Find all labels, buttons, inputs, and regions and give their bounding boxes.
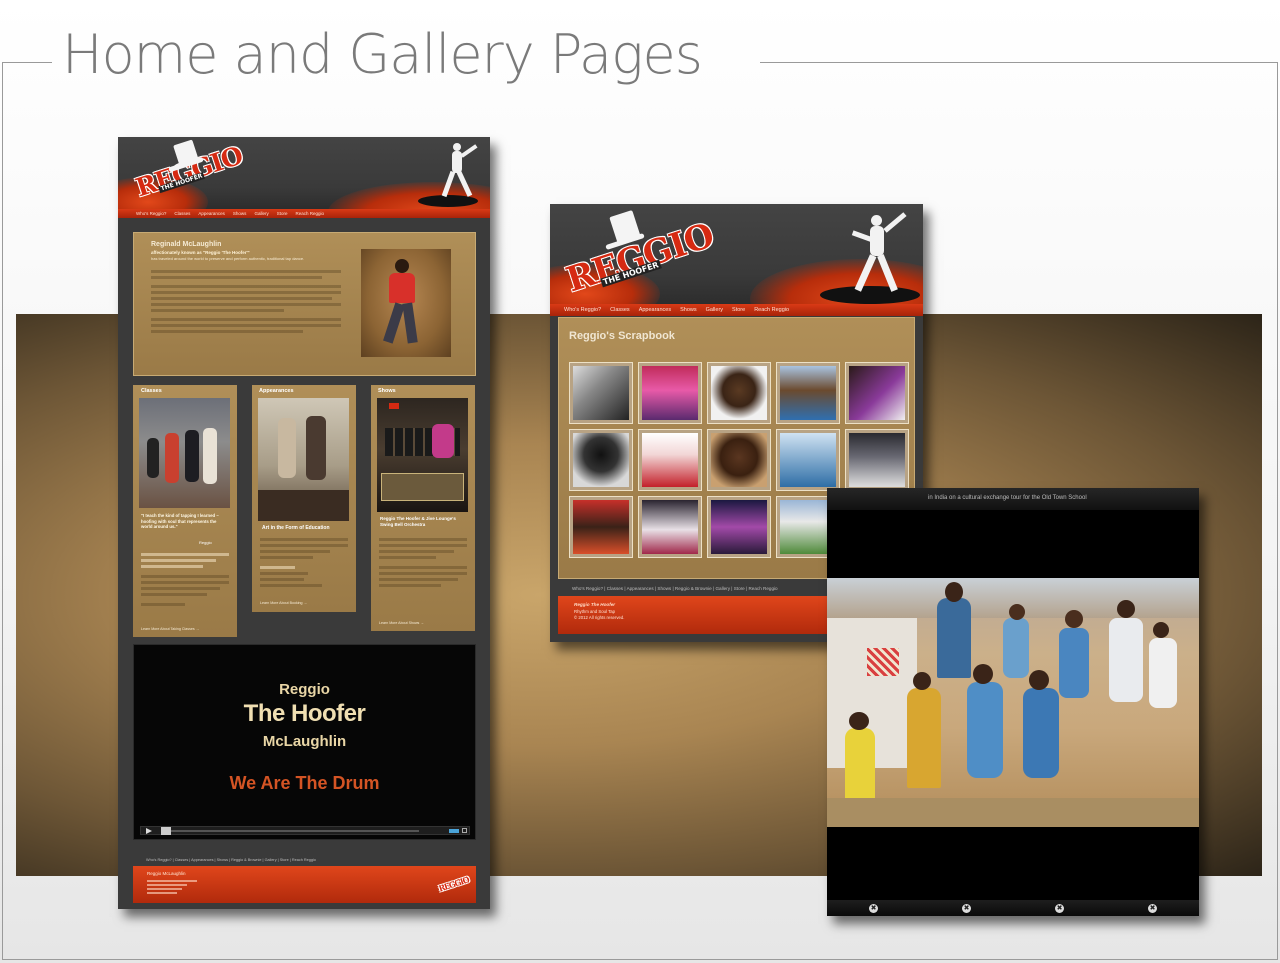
gallery-footer-line-1: Reggio The Hoofer xyxy=(574,602,616,607)
gallery-thumb[interactable] xyxy=(776,362,840,424)
frame-line-top-left xyxy=(2,62,52,63)
video-player[interactable]: Reggio The Hoofer McLaughlin We Are The … xyxy=(133,644,476,840)
fullscreen-icon[interactable] xyxy=(462,828,467,833)
top-hat-icon xyxy=(605,208,645,251)
home-nav-item[interactable]: Who's Reggio? xyxy=(136,211,166,216)
intro-alias: affectionately known as "Reggio 'The Hoo… xyxy=(151,250,250,255)
gallery-thumb[interactable] xyxy=(638,429,702,491)
gallery-nav: Who's Reggio? Classes Appearances Shows … xyxy=(550,304,923,316)
appearances-column: Appearances Art in the Form of Education… xyxy=(252,385,356,612)
play-icon[interactable] xyxy=(146,828,152,834)
gallery-footer-line-2: Rhythm and Soul Tap xyxy=(574,609,616,614)
gallery-thumb[interactable] xyxy=(707,429,771,491)
home-header: REGGIO THE HOOFER xyxy=(118,137,490,209)
gallery-nav-item[interactable]: Classes xyxy=(610,307,630,313)
frame-line-left xyxy=(2,62,3,960)
video-controls xyxy=(140,826,470,835)
gallery-nav-item[interactable]: Shows xyxy=(680,307,697,313)
gallery-nav-item[interactable]: Appearances xyxy=(639,307,671,313)
lightbox-top-bar: in India on a cultural exchange tour for… xyxy=(827,488,1199,510)
shows-caption: Reggio The Hoofer & Jive Lounge's Swing … xyxy=(380,516,456,527)
gallery-thumb[interactable] xyxy=(638,496,702,558)
video-line-2: The Hoofer xyxy=(243,700,366,727)
gallery-thumb[interactable] xyxy=(638,362,702,424)
home-intro-panel: Reginald McLaughlin affectionately known… xyxy=(133,232,476,376)
shows-poster xyxy=(377,398,468,512)
gallery-thumb[interactable] xyxy=(845,429,909,491)
home-nav-item[interactable]: Classes xyxy=(174,211,190,216)
gallery-footer-links[interactable]: Who's Reggio? | Classes | Appearances | … xyxy=(572,586,778,591)
lightbox-controls: ✖ ✖ ✖ ✖ xyxy=(827,900,1199,916)
home-nav: Who's Reggio? Classes Appearances Shows … xyxy=(118,209,490,218)
shows-link[interactable]: Learn More About Shows → xyxy=(379,621,424,625)
home-nav-item[interactable]: Gallery xyxy=(254,211,268,216)
gallery-nav-item[interactable]: Who's Reggio? xyxy=(564,307,601,313)
classes-attrib: Reggio xyxy=(199,540,212,545)
gallery-thumb[interactable] xyxy=(569,362,633,424)
shows-text xyxy=(379,535,467,590)
shows-heading[interactable]: Shows xyxy=(378,388,396,394)
frame-line-top-right xyxy=(760,62,1278,63)
video-line-4: We Are The Drum xyxy=(229,773,380,793)
footer-logo: REGGIO xyxy=(437,874,470,894)
home-nav-item[interactable]: Reach Reggio xyxy=(295,211,324,216)
appearances-photo xyxy=(258,398,349,521)
gallery-thumb[interactable] xyxy=(707,496,771,558)
dancer-figure xyxy=(438,143,478,203)
video-line-1: Reggio xyxy=(279,681,330,698)
video-line-3: McLaughlin xyxy=(262,733,347,750)
gallery-nav-item[interactable]: Gallery xyxy=(706,307,723,313)
dancer-figure xyxy=(850,210,910,300)
home-nav-item[interactable]: Appearances xyxy=(198,211,225,216)
top-hat-icon xyxy=(168,139,204,173)
appearances-text xyxy=(260,535,348,590)
lightbox-photo xyxy=(827,578,1199,827)
classes-column: Classes "I teach the kind of tapping I l… xyxy=(133,385,237,637)
frame-line-right xyxy=(1277,62,1278,960)
gallery-nav-item[interactable]: Store xyxy=(732,307,745,313)
home-footer-bar: Reggio McLaughlin REGGIO xyxy=(133,866,476,903)
next-icon[interactable]: ✖ xyxy=(1055,904,1064,913)
home-nav-item[interactable]: Store xyxy=(277,211,288,216)
classes-link[interactable]: Learn More About Taking Classes → xyxy=(141,627,199,631)
home-footer-links[interactable]: Who's Reggio? | Classes | Appearances | … xyxy=(146,858,316,862)
lightbox-caption: in India on a cultural exchange tour for… xyxy=(928,495,1087,501)
intro-name: Reginald McLaughlin xyxy=(151,241,222,248)
gallery-header: REGGIO THE HOOFER xyxy=(550,204,923,304)
classes-text xyxy=(141,550,229,609)
shows-column: Shows Reggio The Hoofer & Jive Lounge's … xyxy=(371,385,475,631)
frame-line-bottom xyxy=(2,959,1278,960)
lightbox-mockup: in India on a cultural exchange tour for… xyxy=(827,488,1199,916)
gallery-thumb[interactable] xyxy=(569,429,633,491)
appearances-heading[interactable]: Appearances xyxy=(259,388,294,394)
pause-icon[interactable]: ✖ xyxy=(962,904,971,913)
scrapbook-heading: Reggio's Scrapbook xyxy=(569,330,675,342)
previous-icon[interactable]: ✖ xyxy=(869,904,878,913)
home-nav-item[interactable]: Shows xyxy=(233,211,247,216)
gallery-thumb[interactable] xyxy=(776,429,840,491)
appearances-link[interactable]: Learn More About Booking → xyxy=(260,601,307,605)
slide-title: Home and Gallery Pages xyxy=(62,23,703,86)
gallery-thumb[interactable] xyxy=(569,496,633,558)
volume-icon[interactable] xyxy=(449,829,459,833)
gallery-thumb[interactable] xyxy=(707,362,771,424)
gallery-thumb[interactable] xyxy=(845,362,909,424)
classes-quote: "I teach the kind of tapping I learned –… xyxy=(141,513,219,529)
appearances-caption: Art in the Form of Education xyxy=(262,525,330,531)
gallery-nav-item[interactable]: Reach Reggio xyxy=(754,307,789,313)
home-page-mockup: REGGIO THE HOOFER Who's Reggio? Classes … xyxy=(118,137,490,909)
intro-desc: has traveled around the world to preserv… xyxy=(151,256,305,261)
home-footer-name: Reggio McLaughlin xyxy=(147,871,186,876)
intro-paragraphs xyxy=(151,267,341,336)
close-icon[interactable]: ✖ xyxy=(1148,904,1157,913)
video-scrubber[interactable] xyxy=(161,830,419,832)
classes-photo xyxy=(139,398,230,508)
gallery-footer-line-3: © 2012 All rights reserved. xyxy=(574,615,625,620)
classes-heading[interactable]: Classes xyxy=(141,388,162,394)
intro-photo xyxy=(361,249,451,357)
